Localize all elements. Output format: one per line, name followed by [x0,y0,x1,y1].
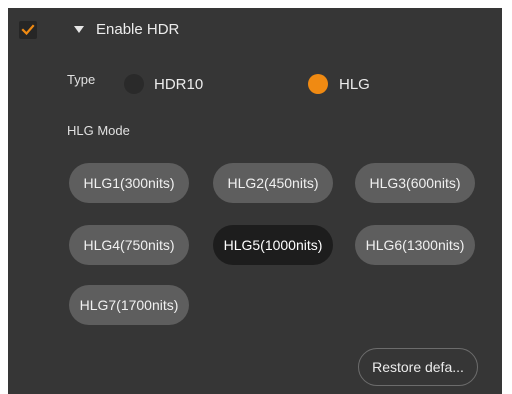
hlg6-button[interactable]: HLG6(1300nits) [355,225,475,265]
hlg7-button[interactable]: HLG7(1700nits) [69,285,189,325]
hlg1-button[interactable]: HLG1(300nits) [69,163,189,203]
caret-down-icon[interactable] [74,26,84,34]
hlg3-button[interactable]: HLG3(600nits) [355,163,475,203]
hlg5-button[interactable]: HLG5(1000nits) [213,225,333,265]
enable-hdr-label: Enable HDR [96,21,180,38]
enable-hdr-checkbox[interactable] [19,21,37,39]
hdr10-radio[interactable] [124,74,144,94]
hlg-radio-label[interactable]: HLG [339,76,370,93]
hdr10-radio-label[interactable]: HDR10 [154,76,203,93]
hdr-settings-panel: Enable HDR Type HDR10 HLG HLG Mode HLG1(… [8,8,502,394]
hlg-radio[interactable] [308,74,328,94]
hdr-section-header[interactable]: Enable HDR [8,8,502,52]
restore-defaults-button[interactable]: Restore defa... [358,348,478,386]
hlg2-button[interactable]: HLG2(450nits) [213,163,333,203]
checkmark-icon [21,24,35,36]
type-label: Type [67,72,96,87]
hlg-mode-label: HLG Mode [67,123,130,138]
hlg4-button[interactable]: HLG4(750nits) [69,225,189,265]
